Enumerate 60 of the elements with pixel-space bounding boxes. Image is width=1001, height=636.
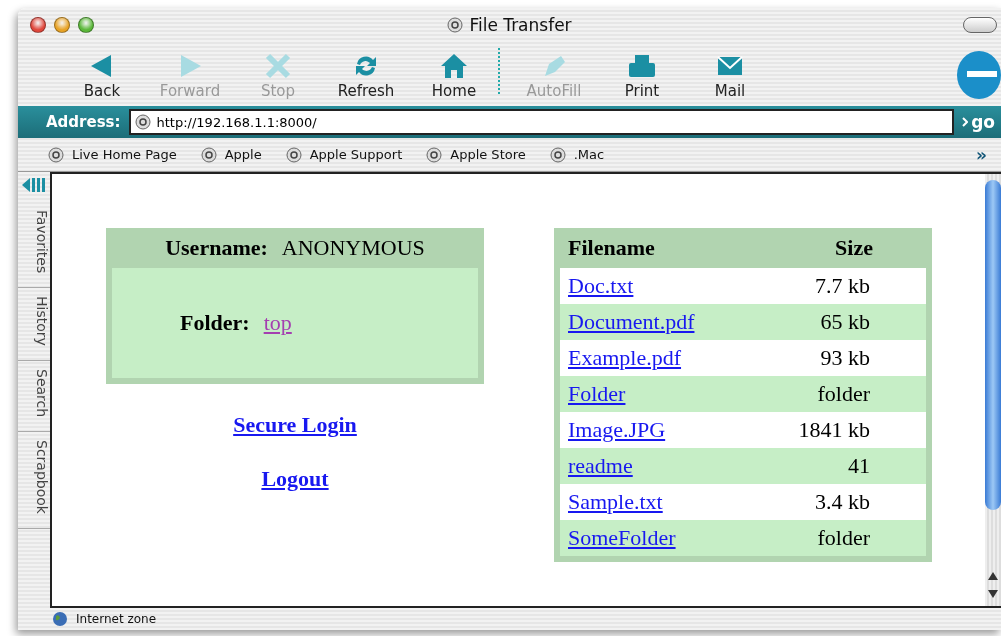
folder-label: Folder:	[180, 310, 250, 336]
file-link[interactable]: Document.pdf	[568, 309, 695, 334]
at-icon	[134, 114, 151, 130]
scroll-down-arrow-icon[interactable]	[988, 590, 998, 598]
vertical-scrollbar[interactable]	[985, 174, 1001, 606]
minimize-button[interactable]	[54, 17, 70, 33]
toolbar-button[interactable]: Home	[410, 52, 498, 100]
at-icon	[200, 146, 217, 163]
file-link[interactable]: Sample.txt	[568, 489, 663, 514]
file-link[interactable]: Folder	[568, 381, 626, 406]
file-size: 1841 kb	[797, 417, 871, 443]
file-link[interactable]: SomeFolder	[568, 525, 676, 550]
file-size: 41	[847, 453, 871, 479]
file-size: 65 kb	[819, 309, 871, 335]
file-link[interactable]: readme	[568, 453, 633, 478]
at-icon	[549, 146, 566, 163]
address-label: Address:	[46, 113, 121, 131]
favorite-link[interactable]: Apple	[224, 147, 262, 162]
at-icon	[426, 146, 443, 163]
toolbar-button[interactable]: Back	[58, 52, 146, 100]
file-size: 7.7 kb	[814, 273, 871, 299]
chevron-icon	[962, 117, 969, 127]
page-link[interactable]: Secure Login	[233, 412, 357, 438]
more-favorites-button[interactable]: »	[976, 144, 987, 165]
file-size: 93 kb	[819, 345, 871, 371]
username-value: ANONYMOUS	[281, 235, 425, 261]
file-size: 3.4 kb	[814, 489, 871, 515]
at-icon	[285, 146, 302, 163]
file-link[interactable]: Doc.txt	[568, 273, 634, 298]
house-icon	[439, 52, 469, 80]
globe-icon	[52, 611, 68, 627]
page-link[interactable]: Logout	[261, 466, 329, 492]
toolbar-button[interactable]: Print	[598, 52, 686, 100]
favorite-link[interactable]: Apple Store	[450, 147, 526, 162]
printer-icon	[627, 52, 657, 80]
username-label: Username:	[165, 235, 268, 261]
favorite-link[interactable]: .Mac	[573, 147, 605, 162]
close-button[interactable]	[30, 17, 46, 33]
status-text: Internet zone	[76, 612, 157, 626]
scroll-up-arrow-icon[interactable]	[988, 572, 998, 580]
toolbar-button[interactable]: Mail	[686, 52, 774, 100]
file-link[interactable]: Image.JPG	[568, 417, 666, 442]
go-button[interactable]: go	[962, 112, 1001, 132]
at-icon	[447, 17, 464, 33]
stop-x-icon	[263, 52, 293, 80]
address-field[interactable]: http://192.168.1.1:8000/	[128, 109, 955, 135]
file-size: folder	[816, 525, 871, 551]
column-header: Size	[834, 235, 874, 261]
column-header: Filename	[567, 235, 656, 261]
file-size: folder	[816, 381, 871, 407]
file-link[interactable]: Example.pdf	[568, 345, 682, 370]
collapse-sidebar-icon[interactable]	[20, 176, 46, 194]
window-title: File Transfer	[469, 15, 572, 35]
at-icon	[48, 146, 64, 163]
zoom-button[interactable]	[78, 17, 94, 33]
current-folder-link[interactable]: top	[263, 310, 292, 336]
favorite-link[interactable]: Live Home Page	[72, 147, 177, 162]
toolbar-button[interactable]: Refresh	[322, 52, 410, 100]
toolbar-toggle-button[interactable]	[963, 17, 997, 33]
favorite-link[interactable]: Apple Support	[309, 147, 403, 162]
